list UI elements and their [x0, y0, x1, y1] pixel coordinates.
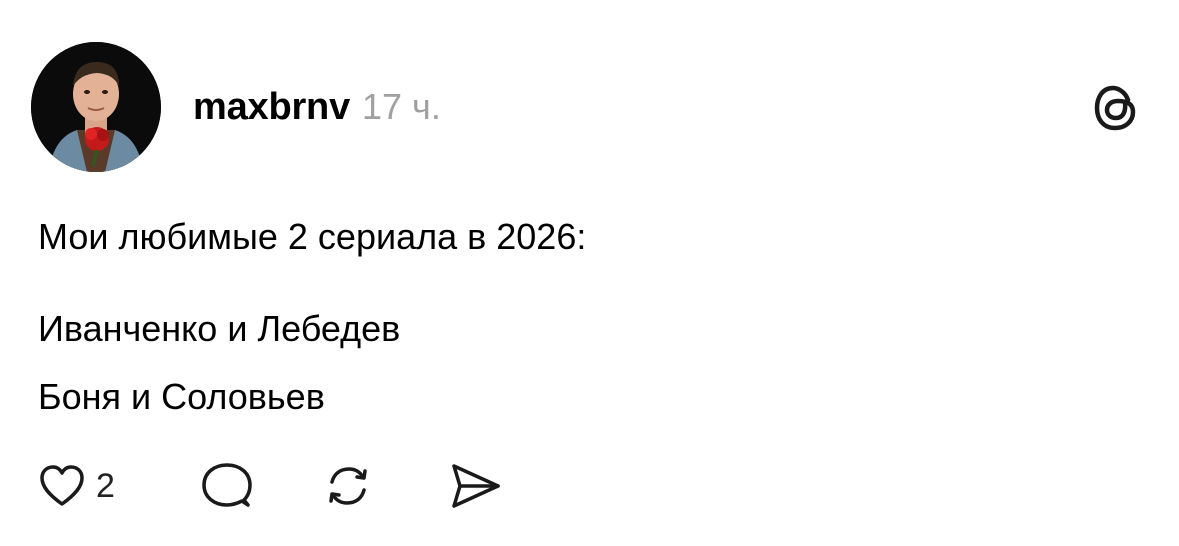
- reply-button[interactable]: [198, 460, 254, 512]
- like-button[interactable]: 2: [38, 460, 115, 512]
- post-header: maxbrnv 17 ч.: [193, 86, 441, 130]
- avatar[interactable]: [31, 42, 161, 172]
- repost-button[interactable]: [322, 460, 374, 512]
- username[interactable]: maxbrnv: [193, 86, 350, 129]
- heart-icon: [40, 465, 84, 506]
- post-text-line: Мои любимые 2 сериала в 2026:: [38, 216, 587, 257]
- post-actions: 2: [38, 460, 518, 512]
- repost-icon: [329, 467, 367, 505]
- post-text-line: Иванченко и Лебедев: [38, 308, 401, 349]
- avatar-photo: [31, 42, 161, 172]
- post-timestamp: 17 ч.: [362, 86, 441, 127]
- post-text-line: Боня и Соловьев: [38, 376, 325, 417]
- threads-post: maxbrnv 17 ч. Мои любимые 2 сериала в 20…: [0, 0, 1179, 546]
- threads-logo-icon[interactable]: [1093, 85, 1139, 131]
- speech-bubble-icon: [202, 463, 252, 507]
- share-button[interactable]: [448, 460, 502, 512]
- paper-plane-icon: [452, 464, 500, 508]
- like-count: 2: [96, 466, 115, 505]
